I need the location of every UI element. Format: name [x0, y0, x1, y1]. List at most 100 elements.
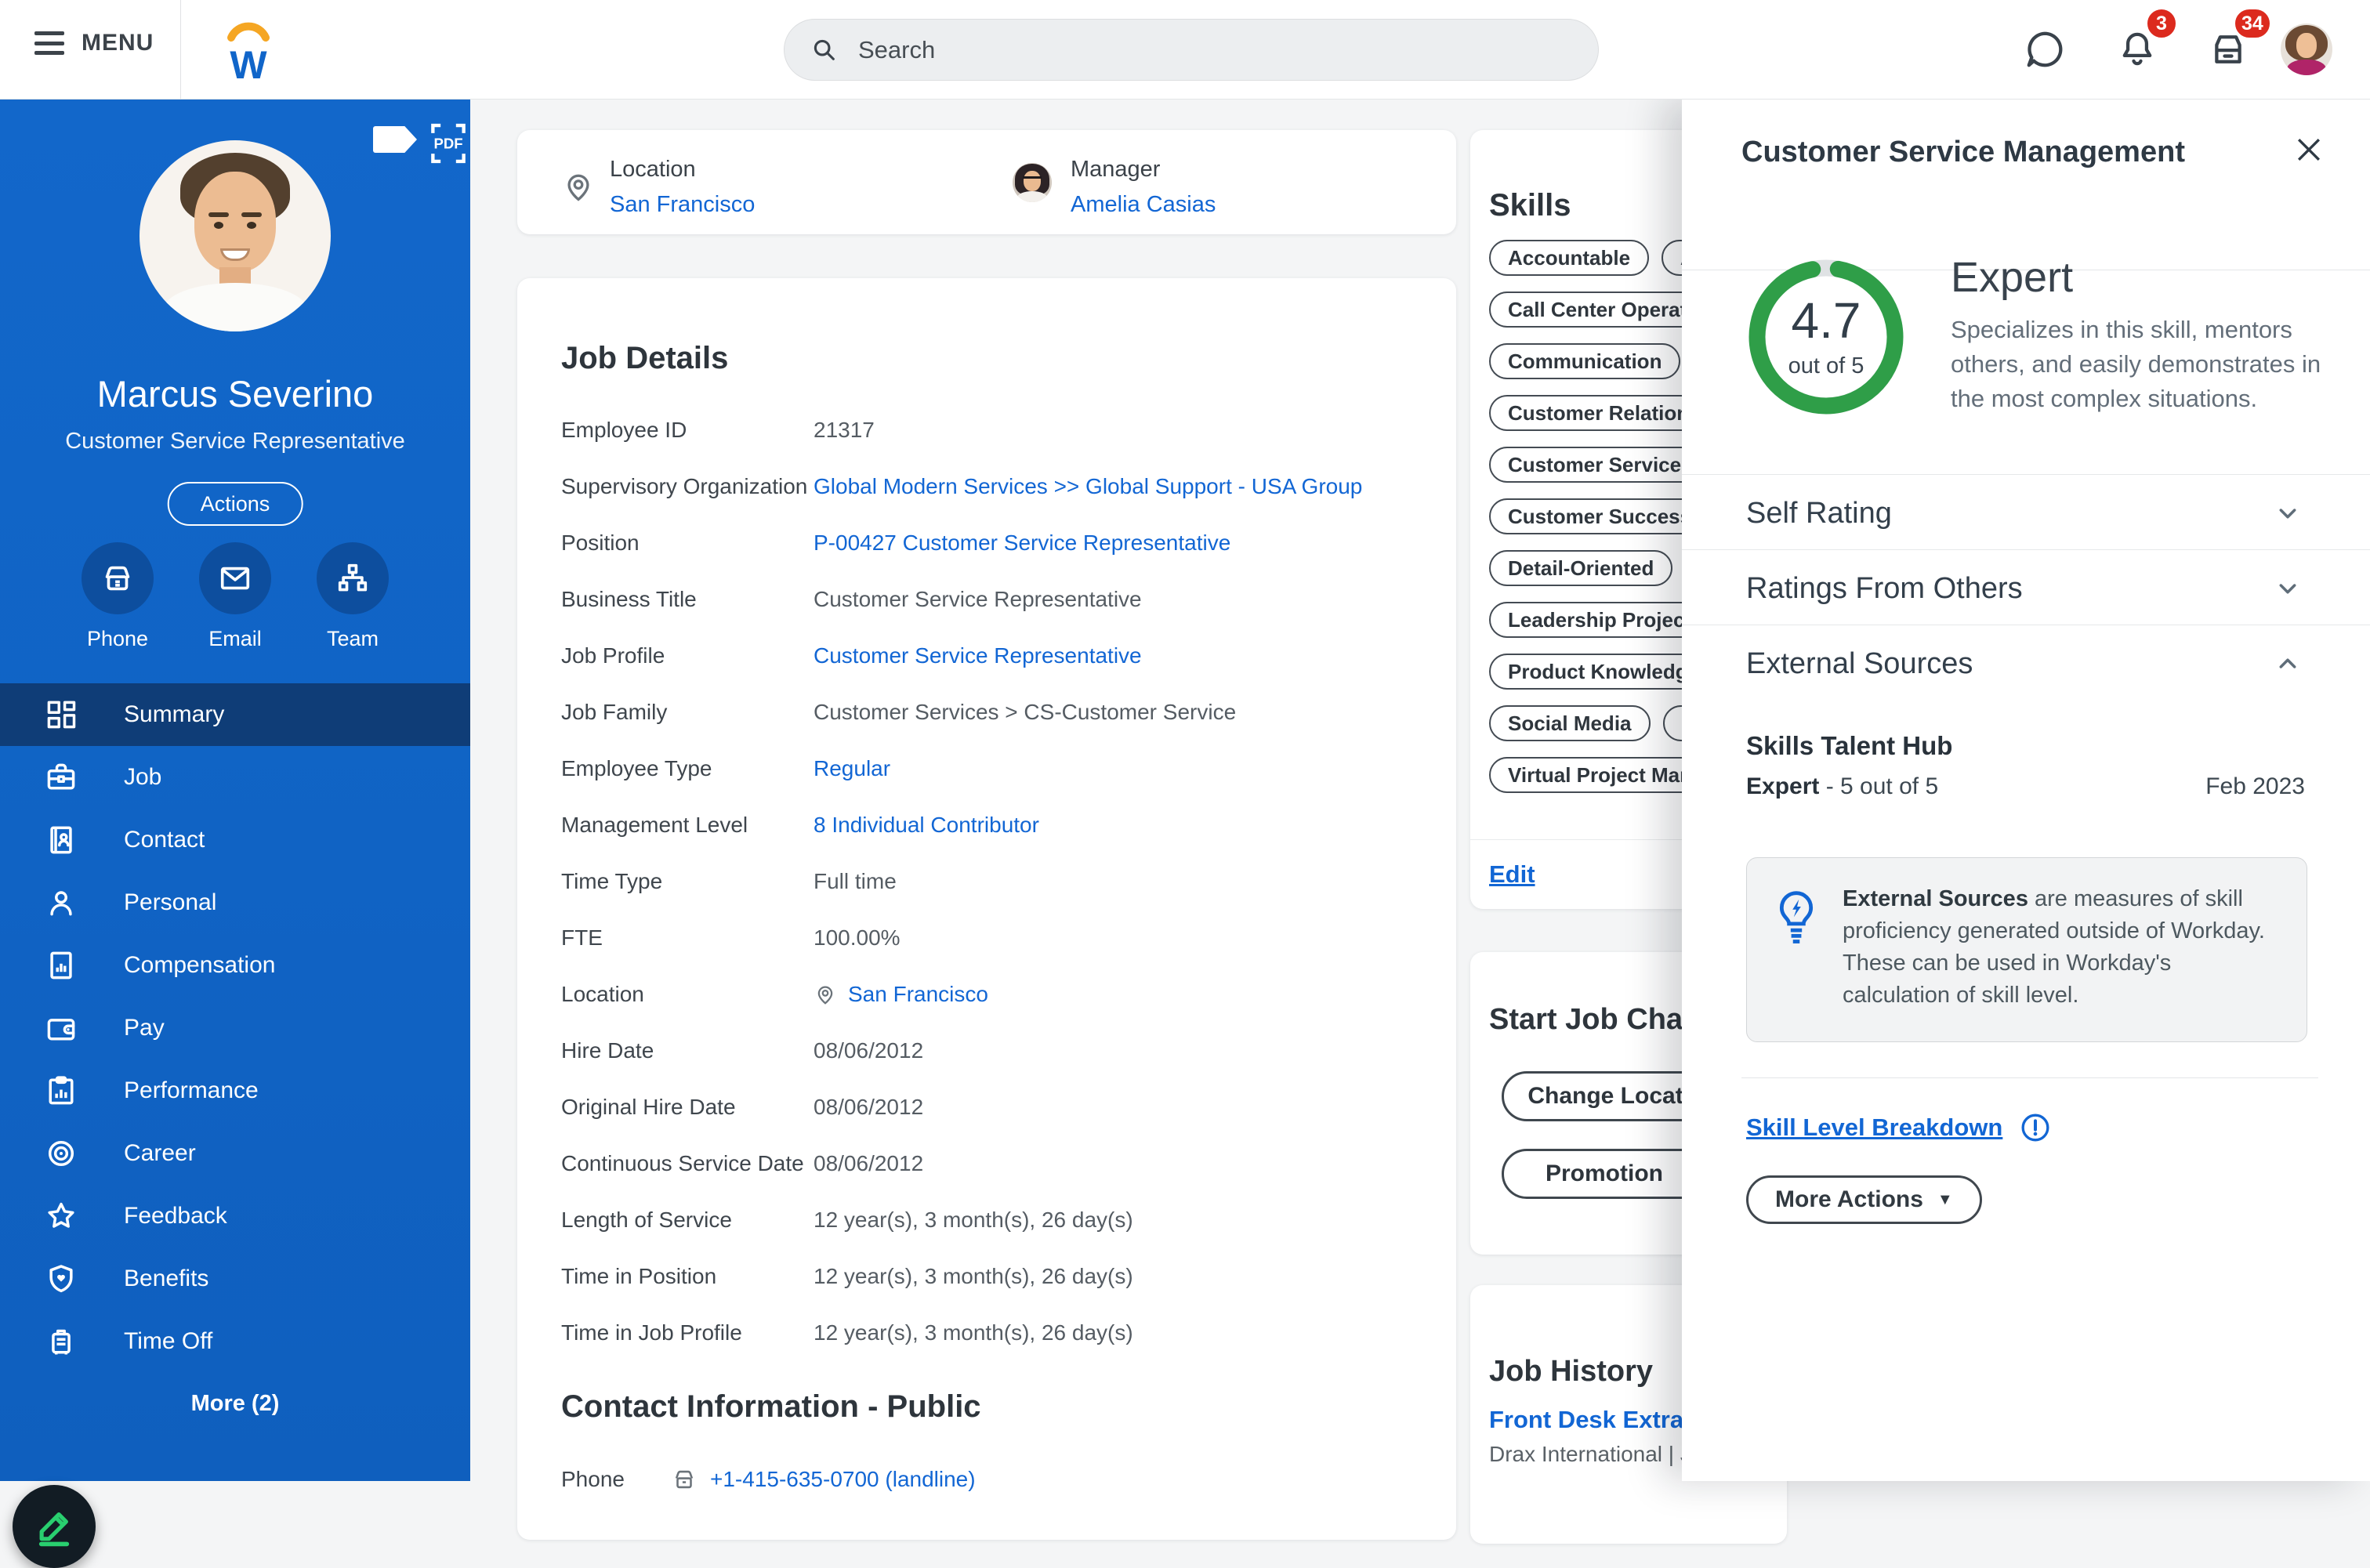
job-detail-row-fte: FTE 100.00% [561, 910, 1412, 966]
field-value: 08/06/2012 [814, 1095, 924, 1119]
field-value: Full time [814, 869, 897, 893]
field-value: 100.00% [814, 925, 901, 950]
sidebar-item-summary[interactable]: Summary [0, 683, 470, 746]
field-value: Customer Services > CS-Customer Service [814, 700, 1237, 724]
search-bar[interactable] [784, 19, 1599, 81]
field-value[interactable]: Customer Service Representative [814, 643, 1142, 668]
employee-name: Marcus Severino [96, 373, 374, 415]
quick-action-label: Phone [86, 627, 149, 650]
avatar-shirt [2287, 60, 2326, 75]
pencil-icon [38, 1512, 70, 1547]
field-label: Location [561, 982, 644, 1006]
search-input[interactable] [858, 35, 1548, 64]
contact-info-title: Contact Information - Public [561, 1389, 981, 1424]
skill-chip-social-media[interactable]: Social Media [1489, 705, 1651, 741]
field-label: Job Profile [561, 643, 665, 668]
phone-value-link[interactable]: +1-415-635-0700 (landline) [710, 1467, 976, 1492]
sidebar-item-job[interactable]: Job [0, 746, 470, 809]
phone-row: Phone +1-415-635-0700 (landline) [561, 1451, 1412, 1508]
sidebar-item-contact[interactable]: Contact [0, 809, 470, 871]
sidebar-item-performance[interactable]: Performance [0, 1059, 470, 1122]
topbar-divider [180, 0, 181, 100]
phone-icon [82, 542, 154, 614]
field-value[interactable]: Global Modern Services >> Global Support… [814, 474, 1362, 499]
promotion-button[interactable]: Promotion [1502, 1149, 1707, 1199]
pdf-export-icon[interactable]: PDF [429, 121, 467, 169]
sidebar-item-label: Compensation [124, 952, 276, 978]
accordion-label: Self Rating [1746, 497, 1892, 530]
field-value[interactable]: 8 Individual Contributor [814, 813, 1039, 838]
sidebar-item-label: Performance [124, 1077, 259, 1103]
external-source-date: Feb 2023 [2205, 773, 2305, 799]
skill-chip-detail-oriented[interactable]: Detail-Oriented [1489, 550, 1673, 586]
skill-chip-accountable[interactable]: Accountable [1489, 240, 1650, 276]
search-icon [814, 39, 835, 60]
sidebar-item-personal[interactable]: Personal [0, 871, 470, 934]
sidebar-item-pay[interactable]: Pay [0, 997, 470, 1059]
accordion-external-sources[interactable]: External Sources [1682, 625, 2370, 700]
job-detail-row-employee-id: Employee ID 21317 [561, 402, 1412, 458]
field-value[interactable]: Regular [814, 756, 890, 781]
sidebar-item-career[interactable]: Career [0, 1122, 470, 1185]
skills-edit-link[interactable]: Edit [1489, 860, 1535, 889]
skill-chip-customer-success[interactable]: Customer Success [1489, 498, 1711, 534]
sidebar-item-label: Job [124, 764, 162, 790]
quick-action-phone[interactable]: Phone [59, 542, 176, 651]
quick-action-team[interactable]: Team [294, 542, 411, 651]
info-alert-icon[interactable] [2020, 1112, 2051, 1143]
summary-icon [44, 697, 78, 732]
menu-label: MENU [82, 30, 154, 56]
sidebar-more[interactable]: More (2) [0, 1391, 470, 1417]
career-icon [44, 1136, 78, 1171]
manager-link[interactable]: Amelia Casias [1071, 192, 1216, 218]
quick-action-label: Email [208, 627, 262, 650]
overview-card: Location San Francisco Manager Amelia Ca… [517, 130, 1456, 234]
rating-score-suffix: out of 5 [1788, 353, 1864, 378]
field-value[interactable]: P-00427 Customer Service Representative [814, 531, 1230, 556]
hamburger-icon [34, 31, 64, 55]
svg-text:PDF: PDF [433, 136, 462, 152]
manager-avatar[interactable] [1013, 163, 1052, 202]
field-value: 12 year(s), 3 month(s), 26 day(s) [814, 1264, 1133, 1288]
field-label: Time in Job Profile [561, 1320, 742, 1345]
sidebar-item-time-off[interactable]: Time Off [0, 1310, 470, 1373]
job-icon [44, 760, 78, 795]
quick-action-label: Team [326, 627, 379, 650]
employee-photo[interactable] [140, 140, 331, 331]
job-detail-row-business-title: Business Title Customer Service Represent… [561, 571, 1412, 628]
quick-action-email[interactable]: Email [176, 542, 294, 651]
chat-icon[interactable] [2024, 28, 2066, 71]
benefits-icon [44, 1262, 78, 1296]
external-source-name: Skills Talent Hub [1746, 731, 1953, 760]
skill-chip-communication[interactable]: Communication [1489, 343, 1681, 379]
job-details-title: Job Details [561, 341, 729, 375]
location-link[interactable]: San Francisco [610, 192, 755, 218]
team-icon [317, 542, 389, 614]
tag-icon[interactable] [373, 126, 417, 153]
more-actions-button[interactable]: More Actions ▼ [1746, 1175, 1982, 1224]
job-detail-row-job-family: Job Family Customer Services > CS-Custome… [561, 684, 1412, 741]
workday-logo-icon[interactable]: W [221, 14, 276, 87]
close-icon[interactable] [2292, 132, 2326, 167]
job-detail-row-original-hire-date: Original Hire Date 08/06/2012 [561, 1079, 1412, 1135]
actions-button[interactable]: Actions [167, 482, 303, 526]
chevron-down-icon [2273, 574, 2303, 603]
skill-level-breakdown[interactable]: Skill Level Breakdown [1746, 1112, 2051, 1143]
job-detail-row-management-level: Management Level 8 Individual Contributor [561, 797, 1412, 853]
job-detail-row-position: Position P-00427 Customer Service Represe… [561, 515, 1412, 571]
field-value[interactable]: San Francisco [814, 982, 988, 1007]
field-value: 08/06/2012 [814, 1151, 924, 1175]
user-avatar[interactable] [2281, 24, 2332, 75]
sidebar-item-compensation[interactable]: Compensation [0, 934, 470, 997]
accordion-ratings-from-others[interactable]: Ratings From Others [1682, 549, 2370, 625]
sidebar-item-benefits[interactable]: Benefits [0, 1248, 470, 1310]
skill-level-breakdown-link[interactable]: Skill Level Breakdown [1746, 1114, 2002, 1142]
job-details-card: Job Details Employee ID 21317 Supervisory … [517, 278, 1456, 1540]
compensation-icon [44, 948, 78, 983]
field-label: Original Hire Date [561, 1095, 736, 1119]
field-value: 12 year(s), 3 month(s), 26 day(s) [814, 1208, 1133, 1232]
edit-fab-button[interactable] [13, 1485, 96, 1568]
accordion-self-rating[interactable]: Self Rating [1682, 474, 2370, 549]
sidebar-item-feedback[interactable]: Feedback [0, 1185, 470, 1248]
menu-button[interactable]: MENU [34, 30, 154, 56]
